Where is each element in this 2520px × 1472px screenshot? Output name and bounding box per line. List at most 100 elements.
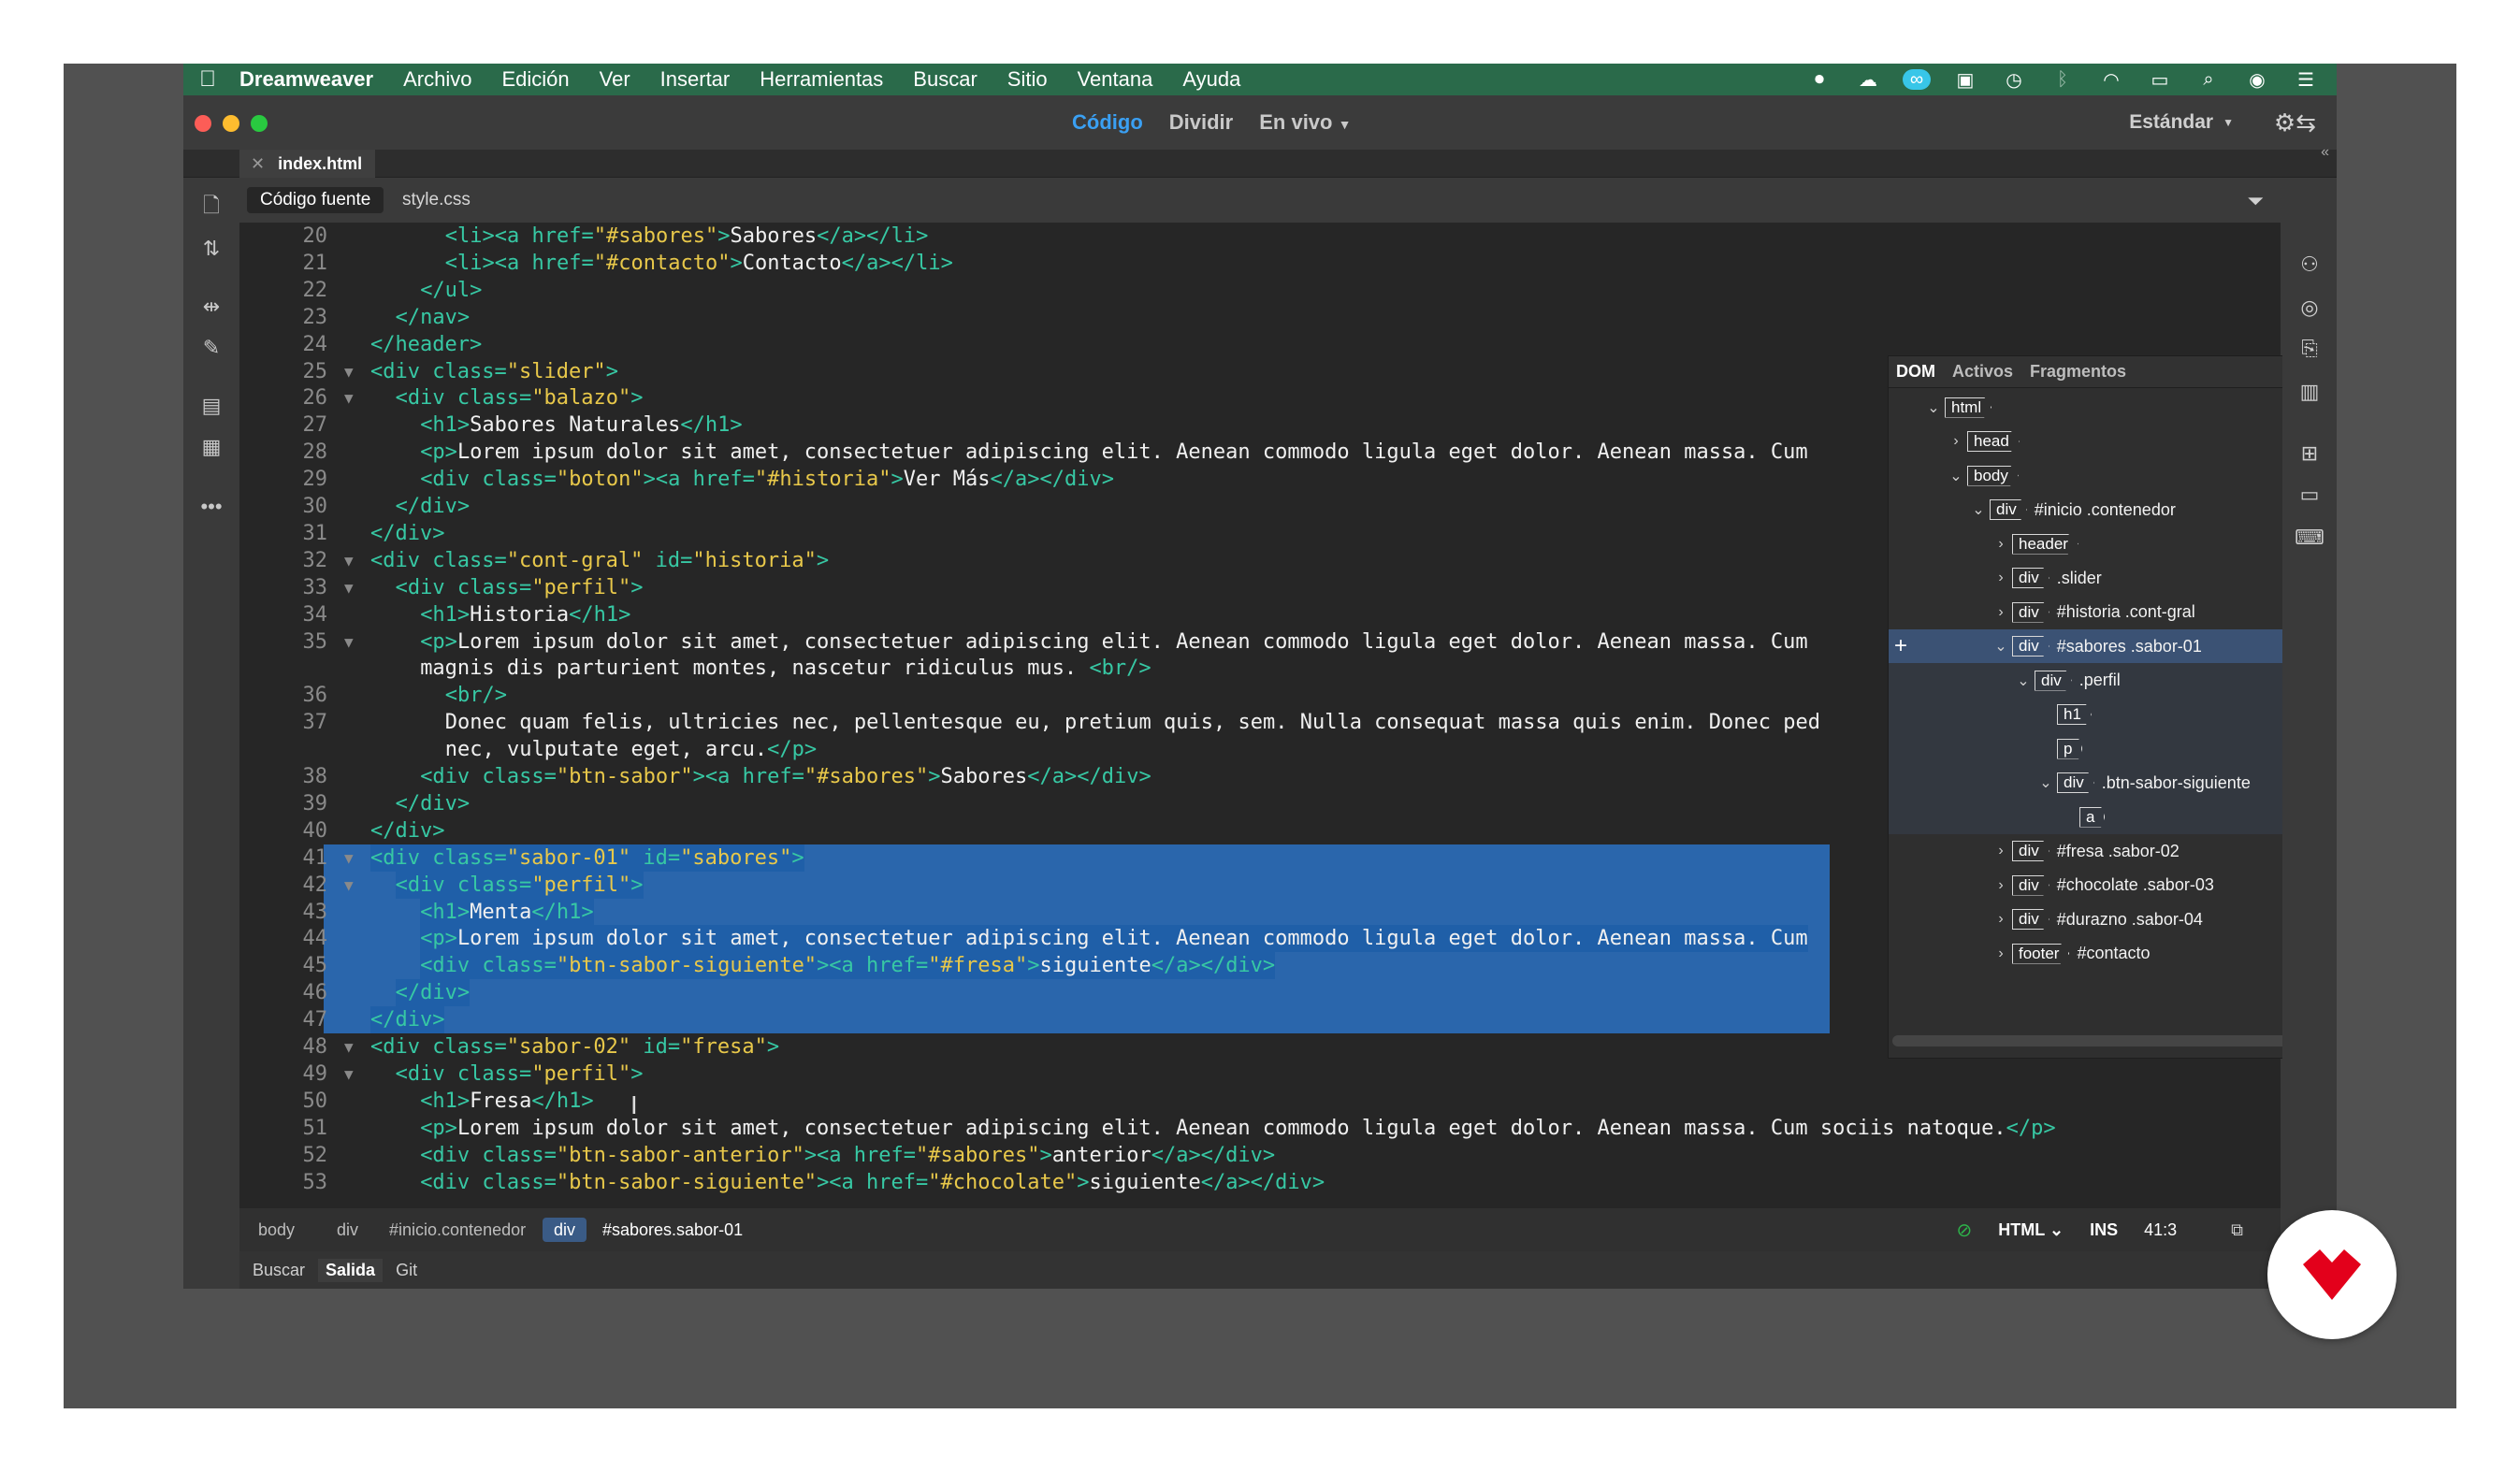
cloud-icon[interactable]: ☁	[1854, 69, 1882, 91]
dom-node[interactable]: › footer #contacto	[1889, 936, 2337, 971]
tab-git[interactable]: Git	[388, 1259, 425, 1282]
expand-toggle-icon[interactable]: ⌄	[1991, 637, 2010, 656]
fold-arrow-icon[interactable]: ▼	[344, 358, 363, 385]
view-split-button[interactable]: Dividir	[1169, 110, 1233, 135]
battery-icon[interactable]: ▭	[2146, 69, 2174, 91]
expand-toggle-icon[interactable]: ⌄	[1924, 398, 1943, 417]
minimize-window-button[interactable]	[223, 115, 239, 132]
fold-arrow-icon[interactable]: ▼	[344, 628, 363, 656]
remove-comment-icon[interactable]: ▦	[195, 430, 228, 464]
menu-insertar[interactable]: Insertar	[660, 67, 731, 92]
expand-toggle-icon[interactable]: ⌄	[2014, 671, 2033, 690]
siri-icon[interactable]: ◉	[2243, 69, 2271, 91]
sync-settings-icon[interactable]: ⚙⇆	[2274, 108, 2316, 137]
source-code-tab[interactable]: Código fuente	[247, 187, 384, 213]
dom-node[interactable]: › head	[1889, 425, 2337, 459]
dom-horizontal-scrollbar[interactable]	[1892, 1035, 2323, 1046]
collapse-icon[interactable]: «	[2321, 144, 2329, 161]
css-designer-icon[interactable]: ▥	[2294, 376, 2325, 408]
menu-edicion[interactable]: Edición	[501, 67, 569, 92]
validation-ok-icon[interactable]: ⊘	[1957, 1219, 1973, 1242]
dom-panel-icon[interactable]: ⊞	[2294, 438, 2325, 469]
expand-toggle-icon[interactable]: ›	[1991, 877, 2010, 894]
breadcrumb-body[interactable]: body	[247, 1218, 306, 1242]
more-options-icon[interactable]: •••	[195, 490, 228, 524]
dom-node[interactable]: ⌄ div #inicio .contenedor	[1889, 493, 2337, 527]
code-line[interactable]: 20 <li><a href="#sabores">Sabores</a></li…	[239, 223, 2281, 250]
document-tab[interactable]: ✕ index.html	[239, 150, 376, 178]
dom-node[interactable]: p	[1889, 731, 2337, 766]
expand-toggle-icon[interactable]: ›	[1991, 604, 2010, 621]
record-icon[interactable]: ⏺	[1805, 69, 1833, 90]
view-code-button[interactable]: Código	[1072, 110, 1143, 135]
time-machine-icon[interactable]: ◷	[2000, 69, 2028, 91]
cc-libraries-icon[interactable]: ◎	[2294, 292, 2325, 324]
code-line[interactable]: 21 <li><a href="#contacto">Contacto</a></…	[239, 250, 2281, 277]
list-icon[interactable]: ☰	[2292, 69, 2320, 91]
dom-node[interactable]: › div #chocolate .sabor-03	[1889, 868, 2337, 902]
dom-node[interactable]: h1	[1889, 697, 2337, 732]
dom-node[interactable]: + ⌄ div #sabores .sabor-01	[1889, 628, 2337, 664]
breadcrumb-div-active[interactable]: div	[543, 1218, 587, 1242]
chat-icon[interactable]: ▣	[1951, 69, 1979, 91]
dom-node[interactable]: › div .slider	[1889, 561, 2337, 596]
dom-node[interactable]: ⌄ div .btn-sabor-siguiente	[1889, 765, 2337, 801]
zoom-window-button[interactable]	[251, 115, 268, 132]
breadcrumb-div[interactable]: div	[326, 1218, 369, 1242]
tab-snippets[interactable]: Fragmentos	[2030, 362, 2126, 382]
dom-node[interactable]: › div #fresa .sabor-02	[1889, 834, 2337, 869]
dom-node[interactable]: › header	[1889, 527, 2337, 561]
expand-all-icon[interactable]: ⇹	[195, 290, 228, 324]
code-line[interactable]: 22 </ul>	[239, 277, 2281, 304]
expand-toggle-icon[interactable]: ⌄	[1947, 467, 1965, 485]
expand-toggle-icon[interactable]: ›	[1991, 843, 2010, 859]
code-line[interactable]: 53 <div class="btn-sabor-siguiente"><a hr…	[239, 1169, 2281, 1196]
style-css-tab[interactable]: style.css	[389, 187, 484, 213]
live-preview-icon[interactable]: ⧉	[2231, 1220, 2243, 1240]
add-element-icon[interactable]: +	[1894, 633, 1907, 659]
expand-toggle-icon[interactable]: ⌄	[2036, 773, 2055, 792]
fold-arrow-icon[interactable]: ▼	[344, 844, 363, 872]
dom-node[interactable]: › div #historia .cont-gral	[1889, 595, 2337, 629]
menu-app-name[interactable]: Dreamweaver	[239, 67, 373, 92]
close-tab-icon[interactable]: ✕	[251, 154, 265, 174]
menu-buscar[interactable]: Buscar	[913, 67, 977, 92]
insert-icon[interactable]: ⎘	[2294, 333, 2325, 365]
code-line[interactable]: 23 </nav>	[239, 304, 2281, 331]
expand-toggle-icon[interactable]: ›	[1991, 536, 2010, 553]
tab-output[interactable]: Salida	[318, 1258, 384, 1282]
creative-cloud-icon[interactable]: ∞	[1903, 69, 1931, 90]
view-live-button[interactable]: En vivo ▼	[1259, 110, 1351, 135]
fold-arrow-icon[interactable]: ▼	[344, 1061, 363, 1088]
fold-arrow-icon[interactable]: ▼	[344, 547, 363, 574]
fold-arrow-icon[interactable]: ▼	[344, 384, 363, 411]
filter-icon[interactable]: ⏷	[2247, 189, 2264, 213]
dom-node[interactable]: › div #durazno .sabor-04	[1889, 902, 2337, 937]
dom-node[interactable]: a	[1889, 800, 2337, 834]
dom-node[interactable]: ⌄ body	[1889, 458, 2337, 493]
language-selector[interactable]: HTML ⌄	[1998, 1220, 2064, 1240]
tab-search[interactable]: Buscar	[245, 1259, 312, 1282]
apple-icon[interactable]: 	[183, 66, 232, 93]
menu-ventana[interactable]: Ventana	[1078, 67, 1153, 92]
file-management-icon[interactable]: ⇅	[195, 232, 228, 266]
close-window-button[interactable]	[195, 115, 211, 132]
bluetooth-icon[interactable]: ᛒ	[2049, 69, 2077, 90]
dom-node[interactable]: ⌄ html	[1889, 390, 2337, 425]
workspace-switcher[interactable]: Estándar ▼	[2129, 95, 2234, 150]
dom-node[interactable]: ⌄ div .perfil	[1889, 663, 2337, 698]
menu-herramientas[interactable]: Herramientas	[760, 67, 883, 92]
open-documents-icon[interactable]: 🗋	[195, 191, 228, 224]
menu-ver[interactable]: Ver	[600, 67, 630, 92]
fold-arrow-icon[interactable]: ▼	[344, 872, 363, 899]
menu-archivo[interactable]: Archivo	[403, 67, 471, 92]
apply-comment-icon[interactable]: ▤	[195, 389, 228, 423]
code-line[interactable]: 51 <p>Lorem ipsum dolor sit amet, consect…	[239, 1115, 2281, 1142]
snippets-icon[interactable]: ⌨	[2294, 522, 2325, 554]
code-line[interactable]: 24 </header>	[239, 331, 2281, 358]
code-line[interactable]: 52 <div class="btn-sabor-anterior"><a hre…	[239, 1142, 2281, 1169]
code-line[interactable]: 50 <h1>Fresa</h1>	[239, 1088, 2281, 1115]
format-source-icon[interactable]: ✎	[195, 331, 228, 365]
tab-assets[interactable]: Activos	[1952, 362, 2013, 382]
expand-toggle-icon[interactable]: ›	[1947, 433, 1965, 450]
